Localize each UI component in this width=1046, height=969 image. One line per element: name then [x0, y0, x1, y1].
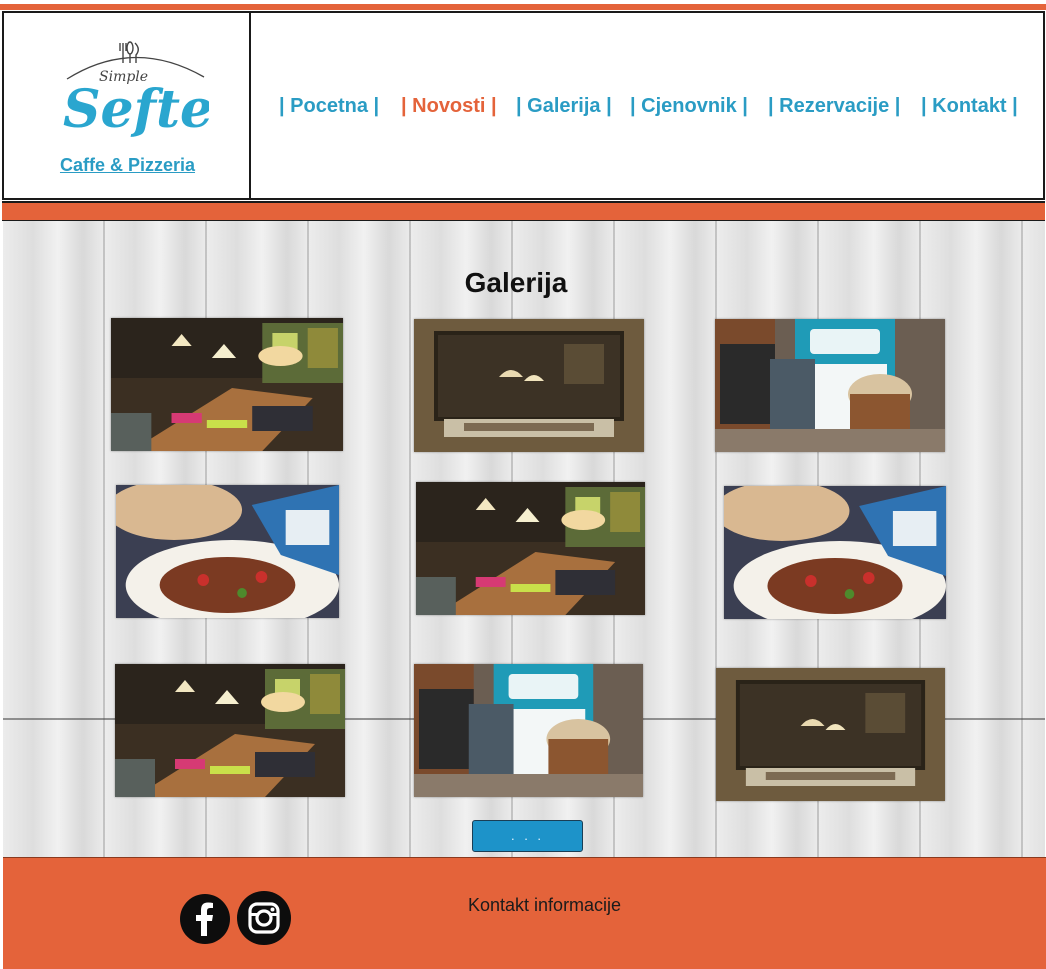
gallery-photo-restaurant-interior[interactable] [115, 664, 345, 797]
photo-image [111, 318, 343, 451]
nav-item-rezervacije[interactable]: | Rezervacije | [768, 95, 900, 118]
gallery-photo-food-plate[interactable] [116, 485, 339, 618]
svg-text:Sefte: Sefte [63, 79, 209, 140]
gallery-photo-restaurant-interior[interactable] [111, 318, 343, 451]
nav-item-novosti[interactable]: | Novosti | [401, 95, 497, 118]
nav-item-galerija[interactable]: | Galerija | [516, 95, 612, 118]
nav-item-pocetna[interactable]: | Pocetna | [279, 95, 379, 118]
load-more-button[interactable]: . . . [472, 820, 583, 852]
instagram-link[interactable] [237, 891, 291, 945]
photo-image [115, 664, 345, 797]
logo-area: Simple Sefte Caffe & Pizzeria [4, 13, 251, 198]
instagram-icon [248, 902, 280, 934]
facebook-link[interactable] [180, 894, 230, 944]
gallery-photo-coffee-menu[interactable] [414, 664, 643, 797]
gallery-photo-coffee-menu[interactable] [715, 319, 945, 452]
logo-subtitle-link[interactable]: Caffe & Pizzeria [4, 155, 251, 176]
logo-icon[interactable]: Simple Sefte [59, 39, 209, 149]
site-header: Simple Sefte Caffe & Pizzeria | Pocetna … [2, 11, 1045, 200]
top-accent-bar [0, 4, 1046, 10]
gallery-photo-food-plate[interactable] [724, 486, 946, 619]
gallery-photo-window-view[interactable] [414, 319, 644, 452]
photo-image [116, 485, 339, 618]
photo-image [716, 668, 945, 801]
gallery-photo-window-view[interactable] [716, 668, 945, 801]
site-footer: Kontakt informacije [3, 857, 1046, 969]
nav-item-kontakt[interactable]: | Kontakt | [921, 95, 1018, 118]
photo-image [414, 319, 644, 452]
photo-image [724, 486, 946, 619]
photo-image [414, 664, 643, 797]
facebook-icon [196, 902, 213, 936]
gallery-title: Galerija [464, 267, 568, 298]
photo-image [715, 319, 945, 452]
nav-item-cjenovnik[interactable]: | Cjenovnik | [630, 95, 748, 118]
header-divider-band [2, 201, 1045, 221]
photo-image [416, 482, 645, 615]
contact-info-link[interactable]: Kontakt informacije [468, 895, 621, 916]
gallery-photo-restaurant-interior[interactable] [416, 482, 645, 615]
gallery-section: Galerija . . . [3, 221, 1045, 857]
